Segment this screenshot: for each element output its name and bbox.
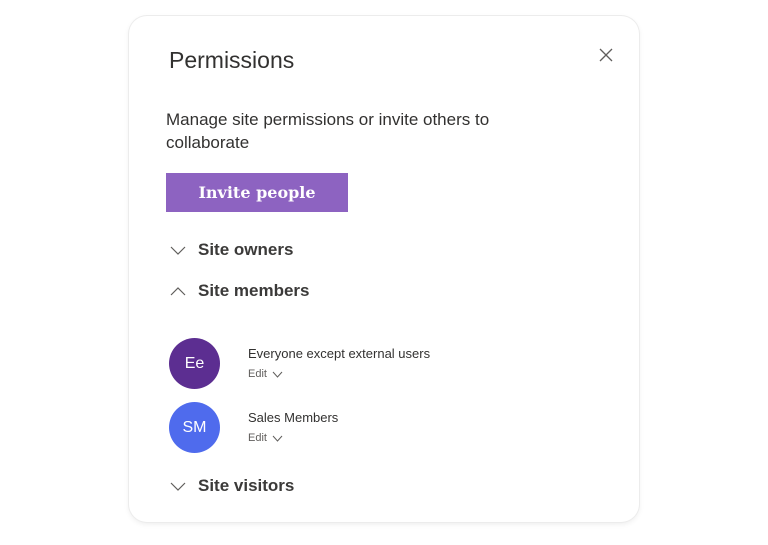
permission-dropdown[interactable]: Edit: [248, 368, 430, 380]
member-name: Sales Members: [248, 410, 339, 425]
avatar: SM: [169, 402, 220, 453]
invite-people-button[interactable]: Invite people: [166, 173, 348, 212]
section-site-members[interactable]: Site members: [169, 281, 310, 301]
permission-label: Edit: [248, 368, 267, 380]
section-label: Site visitors: [198, 476, 295, 495]
section-site-owners[interactable]: Site owners: [169, 240, 293, 260]
section-site-visitors[interactable]: Site visitors: [169, 476, 294, 496]
chevron-up-icon: [170, 287, 186, 296]
section-label: Site members: [198, 281, 310, 300]
member-name: Everyone except external users: [248, 346, 431, 361]
chevron-down-icon: [170, 482, 186, 491]
permission-dropdown[interactable]: Edit: [248, 432, 338, 444]
section-label: Site owners: [198, 240, 294, 259]
panel-description: Manage site permissions or invite others…: [166, 110, 490, 152]
chevron-down-icon: [272, 371, 283, 378]
member-item: Ee Everyone except external users Edit: [169, 338, 430, 389]
member-item: SM Sales Members Edit: [169, 402, 338, 453]
permissions-panel: Permissions Manage site permissions or i…: [129, 16, 639, 522]
chevron-down-icon: [170, 246, 186, 255]
avatar: Ee: [169, 338, 220, 389]
chevron-down-icon: [272, 435, 283, 442]
panel-title: Permissions: [169, 47, 295, 73]
close-icon[interactable]: [597, 46, 615, 64]
permission-label: Edit: [248, 432, 267, 444]
